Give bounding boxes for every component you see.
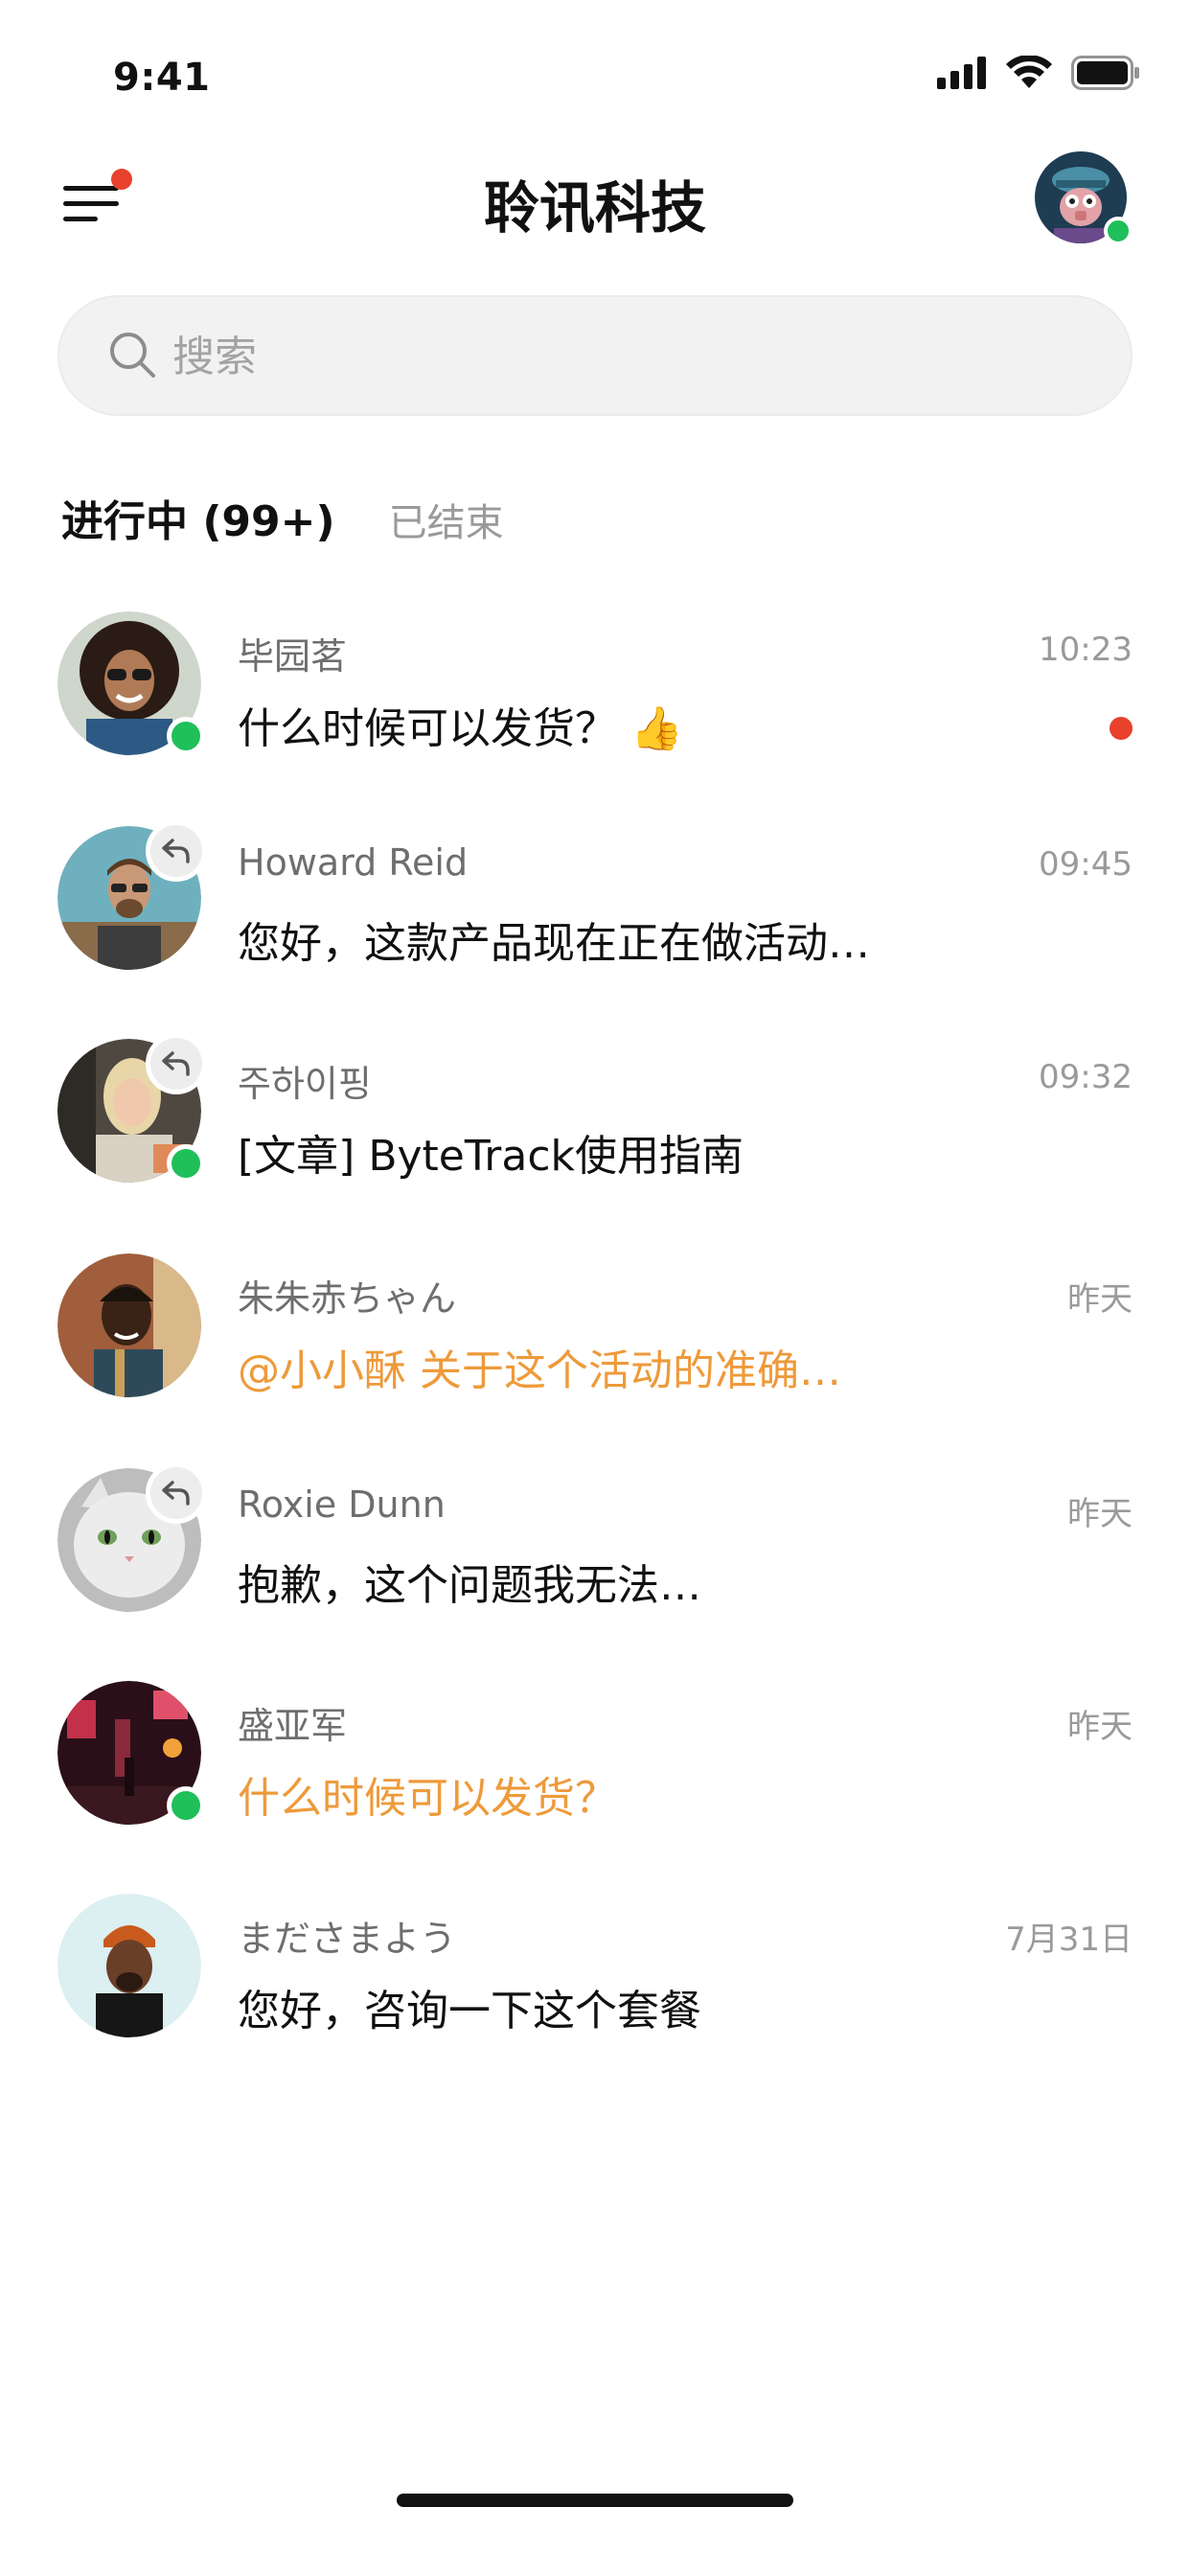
online-indicator xyxy=(167,717,205,755)
status-icons xyxy=(937,56,1140,90)
chat-item[interactable]: まださまよう 7月31日 您好，咨询一下这个套餐 xyxy=(0,1886,1190,2078)
avatar-container xyxy=(57,1681,205,1825)
message-preview-highlight: 什么时候可以发货？ xyxy=(238,1774,617,1823)
message-preview: 您好，这款产品现在正在做活动… xyxy=(238,919,870,968)
message-time: 昨天 xyxy=(1067,1708,1133,1746)
avatar xyxy=(57,1894,201,2037)
message-time: 昨天 xyxy=(1067,1495,1133,1533)
message-time: 09:45 xyxy=(1039,845,1133,884)
message-time: 10:23 xyxy=(1039,631,1133,669)
avatar-container xyxy=(57,611,205,755)
contact-name: Roxie Dunn xyxy=(238,1484,446,1526)
search-icon xyxy=(110,333,155,378)
search-input[interactable] xyxy=(171,297,1094,416)
chat-item[interactable]: Roxie Dunn 昨天 抱歉，这个问题我无法… xyxy=(0,1460,1190,1652)
home-indicator[interactable] xyxy=(397,2494,793,2507)
tab-in-progress[interactable]: 进行中 (99+) xyxy=(61,487,335,548)
avatar-container xyxy=(57,1033,207,1183)
online-indicator xyxy=(167,1144,205,1183)
search-bar[interactable] xyxy=(57,295,1133,416)
chat-item[interactable]: 朱朱赤ちゃん 昨天 @小小酥 关于这个活动的准确… xyxy=(0,1246,1190,1438)
chat-item[interactable]: 盛亚军 昨天 什么时候可以发货？ xyxy=(0,1673,1190,1865)
profile-avatar[interactable] xyxy=(1035,151,1133,245)
message-time: 7月31日 xyxy=(1005,1920,1133,1959)
chat-item[interactable]: 주하이핑 09:32 [文章] ByteTrack使用指南 xyxy=(0,1031,1190,1223)
avatar xyxy=(57,1254,201,1397)
contact-name: 朱朱赤ちゃん xyxy=(238,1277,457,1320)
message-preview-mention: @小小酥 关于这个活动的准确… xyxy=(238,1346,841,1395)
page-title: 聆讯科技 xyxy=(483,175,706,241)
message-preview: 什么时候可以发货？ 👍 xyxy=(238,704,683,753)
reply-icon xyxy=(146,820,207,882)
tab-ended[interactable]: 已结束 xyxy=(389,492,504,547)
avatar-container xyxy=(57,1894,201,2037)
conversation-tabs: 进行中 (99+) 已结束 xyxy=(61,487,504,548)
header: 聆讯科技 xyxy=(0,144,1190,259)
avatar-container xyxy=(57,1254,201,1397)
chat-item[interactable]: 毕园茗 10:23 什么时候可以发货？ 👍 xyxy=(0,604,1190,795)
message-preview: 抱歉，这个问题我无法… xyxy=(238,1561,701,1610)
status-bar: 9:41 xyxy=(0,0,1190,134)
online-indicator xyxy=(167,1786,205,1825)
wifi-icon xyxy=(1006,56,1052,88)
message-preview: 您好，咨询一下这个套餐 xyxy=(238,1987,701,2036)
reply-icon xyxy=(146,1462,207,1524)
avatar-container xyxy=(57,820,207,970)
status-time: 9:41 xyxy=(113,56,211,100)
cellular-signal-icon xyxy=(937,57,986,89)
message-time: 09:32 xyxy=(1039,1058,1133,1096)
contact-name: Howard Reid xyxy=(238,841,469,884)
chat-item[interactable]: Howard Reid 09:45 您好，这款产品现在正在做活动… xyxy=(0,818,1190,1010)
contact-name: まださまよう xyxy=(238,1918,457,1960)
contact-name: 盛亚军 xyxy=(238,1705,348,1747)
unread-indicator xyxy=(1110,717,1133,740)
contact-name: 주하이핑 xyxy=(238,1063,372,1105)
online-indicator xyxy=(1104,217,1133,245)
battery-icon xyxy=(1071,56,1139,90)
message-preview: [文章] ByteTrack使用指南 xyxy=(238,1132,744,1181)
reply-icon xyxy=(146,1033,207,1094)
contact-name: 毕园茗 xyxy=(238,635,348,678)
avatar-container xyxy=(57,1462,207,1612)
message-time: 昨天 xyxy=(1067,1280,1133,1319)
